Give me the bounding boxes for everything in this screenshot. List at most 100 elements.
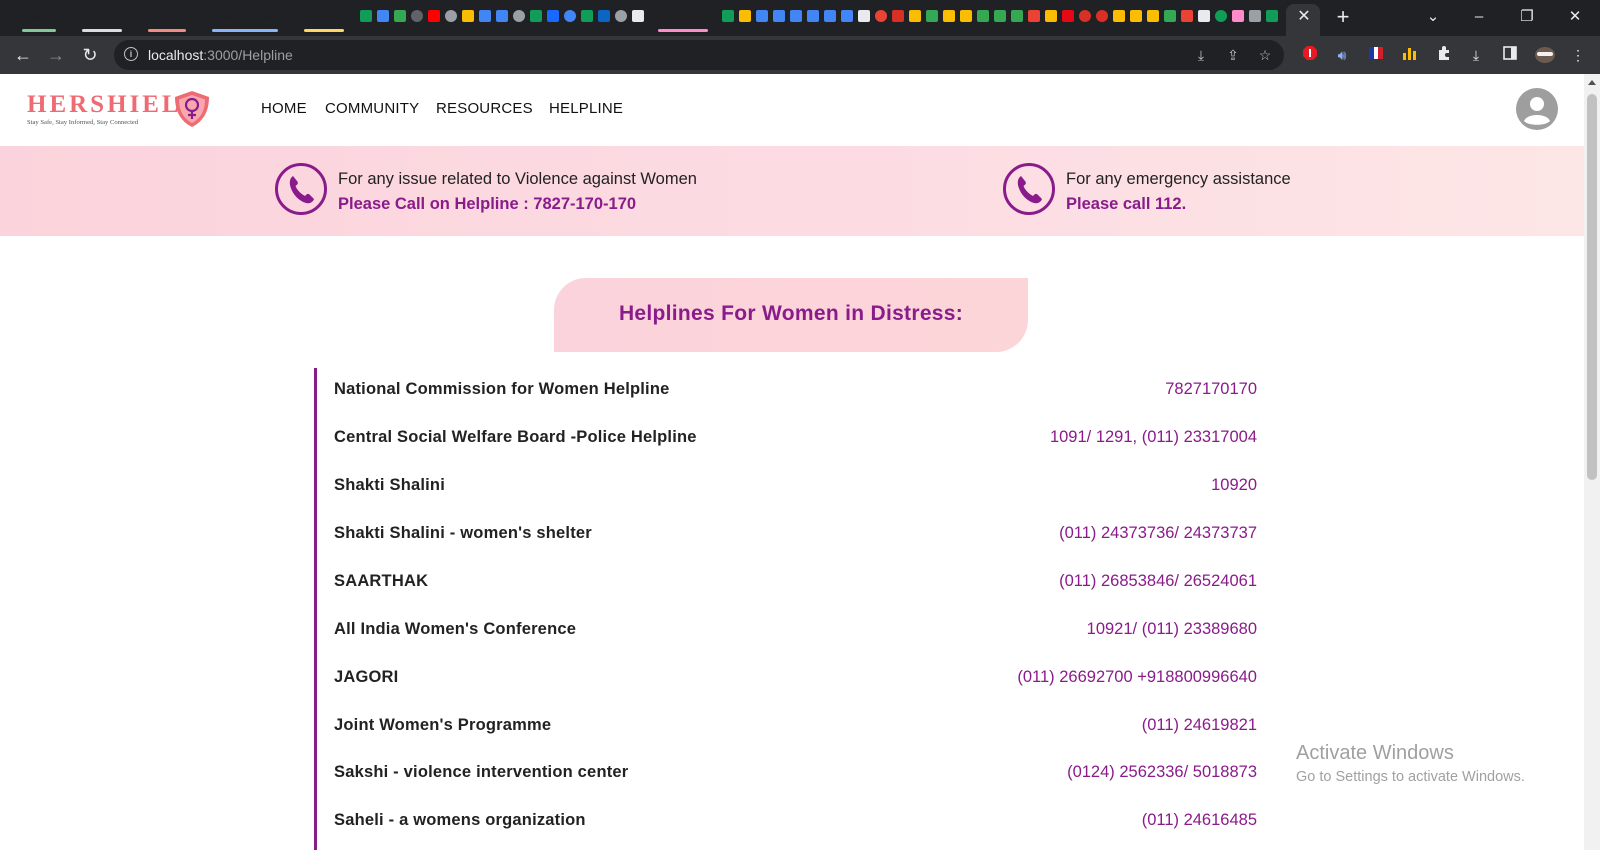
tab-favicon-icon[interactable] xyxy=(824,10,836,22)
tab-favicon-icon[interactable] xyxy=(1028,10,1040,22)
tab-group-time-pass[interactable]: Time Pass xyxy=(210,7,280,32)
flag-extension-icon[interactable] xyxy=(1366,45,1386,65)
tab-favicon-icon[interactable] xyxy=(1147,10,1159,22)
tab-favicon-icon[interactable] xyxy=(1198,10,1210,22)
tab-search-chevron-icon[interactable]: ⌄ xyxy=(1418,6,1448,28)
tab-favicon-icon[interactable] xyxy=(739,10,751,22)
install-app-icon[interactable]: ⤓ xyxy=(1192,46,1210,64)
tab-favicon-icon[interactable] xyxy=(994,10,1006,22)
tab-favicon-icon[interactable] xyxy=(564,10,576,22)
site-info-icon[interactable]: i xyxy=(124,47,138,61)
reload-icon[interactable]: ↻ xyxy=(79,44,101,66)
maximize-icon[interactable]: ❐ xyxy=(1512,6,1542,28)
helpline-number[interactable]: (011) 24373736/ 24373737 xyxy=(1059,524,1257,543)
nav-resources[interactable]: RESOURCES xyxy=(436,100,533,120)
tab-favicon-icon[interactable] xyxy=(479,10,491,22)
tab-favicon-icon[interactable] xyxy=(1113,10,1125,22)
window-close-icon[interactable]: ✕ xyxy=(1560,6,1590,28)
tab-favicon-icon[interactable] xyxy=(598,10,610,22)
tab-favicon-icon[interactable] xyxy=(394,10,406,22)
minimize-icon[interactable]: – xyxy=(1464,6,1494,28)
user-avatar-icon[interactable] xyxy=(1516,88,1558,130)
helpline-number[interactable]: (0124) 2562336/ 5018873 xyxy=(1067,763,1257,782)
tab-favicon-icon[interactable] xyxy=(1164,10,1176,22)
helpline-number[interactable]: 7827170170 xyxy=(1165,380,1257,399)
tab-favicon-icon[interactable] xyxy=(428,10,440,22)
tab-favicon-icon[interactable] xyxy=(1266,10,1278,22)
tab-favicon-icon[interactable] xyxy=(926,10,938,22)
tab-close-icon[interactable]: ✕ xyxy=(1296,7,1312,27)
tab-favicon-icon[interactable] xyxy=(1215,10,1227,22)
scroll-up-arrow-icon[interactable] xyxy=(1588,80,1596,85)
tab-favicon-icon[interactable] xyxy=(1130,10,1142,22)
tab-group-cs50[interactable]: CS50 xyxy=(146,7,188,32)
tab-group-contest[interactable]: Contest xyxy=(656,7,710,32)
helpline-number[interactable]: (011) 26853846/ 26524061 xyxy=(1059,572,1257,591)
tab-favicon-icon[interactable] xyxy=(841,10,853,22)
tab-favicon-icon[interactable] xyxy=(790,10,802,22)
tab-favicon-icon[interactable] xyxy=(1079,10,1091,22)
tab-favicon-icon[interactable] xyxy=(722,10,734,22)
helpline-number[interactable]: (011) 24619821 xyxy=(1142,716,1257,735)
tab-favicon-icon[interactable] xyxy=(773,10,785,22)
tab-favicon-icon[interactable] xyxy=(496,10,508,22)
tab-favicon-icon[interactable] xyxy=(1249,10,1261,22)
tab-favicon-icon[interactable] xyxy=(615,10,627,22)
bookmark-star-icon[interactable]: ☆ xyxy=(1256,46,1274,64)
tab-favicon-icon[interactable] xyxy=(1045,10,1057,22)
tab-group-mail[interactable]: Mail xyxy=(20,7,58,32)
extensions-puzzle-icon[interactable] xyxy=(1434,45,1454,65)
helpline-number[interactable]: 1091/ 1291, (011) 23317004 xyxy=(1050,428,1257,447)
tab-favicon-icon[interactable] xyxy=(1011,10,1023,22)
tab-favicon-icon[interactable] xyxy=(547,10,559,22)
helpline-number[interactable]: 10920 xyxy=(1211,476,1257,495)
helpline-number[interactable]: (011) 26692700 +918800996640 xyxy=(1017,668,1257,687)
banner-right-line2[interactable]: Please call 112. xyxy=(1066,195,1186,214)
chart-extension-icon[interactable] xyxy=(1400,45,1420,65)
tab-favicon-icon[interactable] xyxy=(632,10,644,22)
tab-group-other[interactable]: Other xyxy=(302,7,346,32)
scrollbar-thumb[interactable] xyxy=(1587,94,1597,480)
tab-favicon-icon[interactable] xyxy=(909,10,921,22)
banner-left-line2[interactable]: Please Call on Helpline : 7827-170-170 xyxy=(338,195,636,214)
chrome-menu-icon[interactable]: ⋮ xyxy=(1568,45,1588,65)
nav-home[interactable]: HOME xyxy=(261,100,307,120)
tab-favicon-icon[interactable] xyxy=(513,10,525,22)
new-tab-button[interactable]: + xyxy=(1332,5,1354,29)
tab-favicon-icon[interactable] xyxy=(377,10,389,22)
tab-favicon-icon[interactable] xyxy=(411,10,423,22)
tab-favicon-icon[interactable] xyxy=(858,10,870,22)
address-bar[interactable]: i localhost:3000/Helpline ⤓ ⇪ ☆ xyxy=(114,40,1284,70)
tab-favicon-icon[interactable] xyxy=(1062,10,1074,22)
forward-arrow-icon[interactable]: → xyxy=(45,44,67,66)
tab-favicon-icon[interactable] xyxy=(977,10,989,22)
tab-favicon-icon[interactable] xyxy=(462,10,474,22)
page-scrollbar[interactable] xyxy=(1584,74,1600,850)
profile-avatar-icon[interactable] xyxy=(1534,45,1555,65)
tab-favicon-icon[interactable] xyxy=(530,10,542,22)
tab-favicon-icon[interactable] xyxy=(875,10,887,22)
downloads-icon[interactable]: ⤓ xyxy=(1466,45,1486,65)
tab-favicon-icon[interactable] xyxy=(943,10,955,22)
share-icon[interactable]: ⇪ xyxy=(1224,46,1242,64)
helpline-number[interactable]: 10921/ (011) 23389680 xyxy=(1087,620,1257,639)
tab-favicon-icon[interactable] xyxy=(807,10,819,22)
tab-favicon-icon[interactable] xyxy=(445,10,457,22)
tab-favicon-icon[interactable] xyxy=(892,10,904,22)
site-logo[interactable]: HERSHIELD Stay Safe, Stay Informed, Stay… xyxy=(27,89,217,131)
url-text[interactable]: localhost:3000/Helpline xyxy=(148,40,293,70)
helpline-number[interactable]: (011) 24616485 xyxy=(1142,811,1257,830)
tab-favicon-icon[interactable] xyxy=(756,10,768,22)
tab-group-cpp[interactable]: C++ xyxy=(80,7,124,32)
tab-favicon-icon[interactable] xyxy=(1181,10,1193,22)
tab-favicon-icon[interactable] xyxy=(1096,10,1108,22)
audio-extension-icon[interactable]: 🔊︎ xyxy=(1332,45,1352,65)
back-arrow-icon[interactable]: ← xyxy=(12,44,34,66)
tab-favicon-icon[interactable] xyxy=(360,10,372,22)
adblock-extension-icon[interactable] xyxy=(1300,45,1320,65)
tab-favicon-icon[interactable] xyxy=(1232,10,1244,22)
nav-helpline[interactable]: HELPLINE xyxy=(549,100,623,120)
side-panel-icon[interactable] xyxy=(1500,45,1520,65)
nav-community[interactable]: COMMUNITY xyxy=(325,100,419,120)
tab-favicon-icon[interactable] xyxy=(581,10,593,22)
